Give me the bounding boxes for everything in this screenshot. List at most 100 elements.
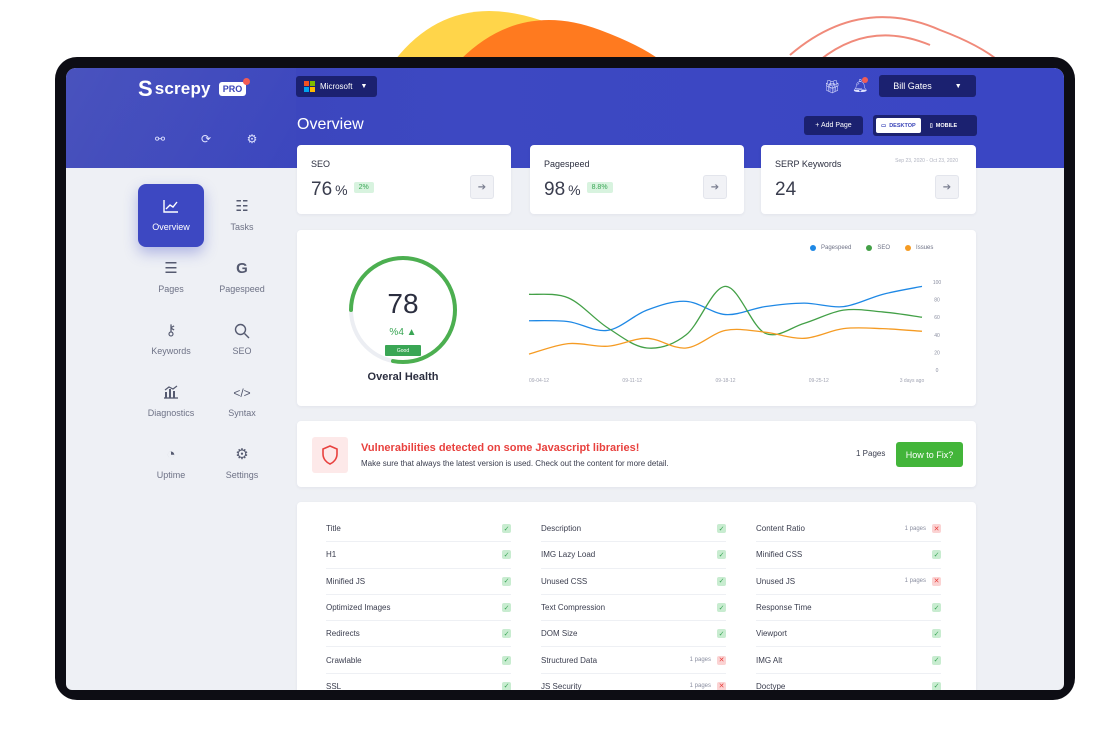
check-row[interactable]: Title ✓ <box>326 516 511 543</box>
health-score: 78 <box>387 288 419 319</box>
affected-pages[interactable]: 1 pages <box>905 526 926 532</box>
check-row[interactable]: Minified CSS ✓ <box>756 542 941 569</box>
how-to-fix-button[interactable]: How to Fix? <box>896 442 963 467</box>
affected-pages[interactable]: 1 pages <box>690 657 711 663</box>
check-row[interactable]: H1 ✓ <box>326 542 511 569</box>
kpi-label: SEO <box>311 159 331 169</box>
check-row[interactable]: Optimized Images ✓ <box>326 595 511 622</box>
check-icon: ✓ <box>502 603 511 613</box>
sidebar-item-overview[interactable]: Overview <box>138 184 204 247</box>
alert-title: Vulnerabilities detected on some Javascr… <box>361 442 640 454</box>
search-icon <box>234 323 250 339</box>
check-row[interactable]: Minified JS ✓ <box>326 569 511 595</box>
kpi-value: 76% 2% <box>311 179 374 201</box>
sidebar-item-diagnostics[interactable]: Diagnostics <box>138 370 204 433</box>
speedometer-icon: ◔ <box>166 446 176 463</box>
app-screen: S screpy PRO ⚯ ⟳ ⚙ Microsoft ▼ 🎁︎ 🔔︎ Bil… <box>66 68 1064 690</box>
affected-pages-count[interactable]: 1 Pages <box>856 449 885 458</box>
google-icon: G <box>236 260 248 277</box>
check-row[interactable]: Structured Data 1 pages ✕ <box>541 647 726 674</box>
sidebar-item-tasks[interactable]: ☷ Tasks <box>209 184 275 247</box>
y-tick-label: 60 <box>934 315 940 321</box>
gift-icon[interactable]: 🎁︎ <box>824 79 841 95</box>
series-line-seo <box>528 285 923 349</box>
check-row[interactable]: Viewport ✓ <box>756 621 941 648</box>
cross-icon: ✕ <box>932 524 941 534</box>
workspace-selector[interactable]: Microsoft ▼ <box>296 76 377 97</box>
check-icon: ✓ <box>717 524 726 534</box>
check-icon: ✓ <box>717 550 726 560</box>
check-row[interactable]: Redirects ✓ <box>326 621 511 648</box>
check-icon: ✓ <box>502 681 511 690</box>
screpy-logo[interactable]: S screpy PRO <box>138 76 251 102</box>
arrow-right-icon[interactable]: ➔ <box>470 175 494 199</box>
check-label: IMG Alt <box>756 655 783 665</box>
sidebar-item-pages[interactable]: ☰ Pages <box>138 246 204 309</box>
check-label: SSL <box>326 681 342 690</box>
kpi-value: 98% 8.8% <box>544 179 613 201</box>
monitor-icon: ▭ <box>881 122 887 129</box>
desktop-toggle[interactable]: ▭ DESKTOP <box>876 118 921 133</box>
sidebar-tools: ⚯ ⟳ ⚙ <box>152 132 260 146</box>
check-icon: ✓ <box>502 550 511 560</box>
sidebar-item-pagespeed[interactable]: G Pagespeed <box>209 246 275 309</box>
arrow-right-icon[interactable]: ➔ <box>935 175 959 199</box>
delta-badge: 2% <box>353 182 374 194</box>
user-menu-button[interactable]: Bill Gates ▼ <box>879 75 976 97</box>
legend-seo[interactable]: SEO <box>866 245 890 251</box>
check-label: Description <box>541 524 582 534</box>
affected-pages[interactable]: 1 pages <box>905 578 926 584</box>
sidebar-item-uptime[interactable]: ◔ Uptime <box>138 432 204 495</box>
sidebar-item-syntax[interactable]: </> Syntax <box>209 370 275 433</box>
code-icon: </> <box>233 386 251 400</box>
check-row[interactable]: JS Security 1 pages ✕ <box>541 674 726 690</box>
check-label: Optimized Images <box>326 603 391 613</box>
chart-legend: Pagespeed SEO Issues <box>810 245 933 251</box>
logo-mark: S <box>138 76 153 101</box>
check-label: Response Time <box>756 603 812 613</box>
x-tick-label: 3 days ago <box>900 378 925 384</box>
legend-pagespeed[interactable]: Pagespeed <box>810 245 851 251</box>
sidebar-item-keywords[interactable]: ⚷ Keywords <box>138 308 204 371</box>
pro-badge: PRO <box>218 78 251 96</box>
arrow-right-icon[interactable]: ➔ <box>703 175 727 199</box>
refresh-icon[interactable]: ⟳ <box>198 132 214 146</box>
check-label: Unused CSS <box>541 576 588 586</box>
check-row[interactable]: Content Ratio 1 pages ✕ <box>756 516 941 543</box>
mobile-toggle[interactable]: ▯ MOBILE <box>925 118 962 133</box>
workspace-name: Microsoft <box>320 82 353 91</box>
check-label: Structured Data <box>541 655 598 665</box>
sidebar-item-settings[interactable]: ⚙ Settings <box>209 432 275 495</box>
sidebar-item-seo[interactable]: SEO <box>209 308 275 371</box>
check-icon: ✓ <box>502 524 511 534</box>
notification-dot <box>862 77 868 83</box>
check-row[interactable]: Description ✓ <box>541 516 726 543</box>
cross-icon: ✕ <box>717 655 726 665</box>
delta-badge: 8.8% <box>586 182 613 194</box>
check-row[interactable]: IMG Alt ✓ <box>756 647 941 674</box>
kpi-value: 24 <box>775 179 797 200</box>
check-row[interactable]: IMG Lazy Load ✓ <box>541 542 726 569</box>
check-row[interactable]: Doctype ✓ <box>756 674 941 690</box>
y-tick-label: 100 <box>933 280 942 286</box>
check-label: Crawlable <box>326 655 362 665</box>
check-row[interactable]: Unused JS 1 pages ✕ <box>756 569 941 595</box>
overall-health-card: 78 %4 ▲ Good Overal Health Pagespeed SEO… <box>297 230 976 406</box>
check-row[interactable]: Response Time ✓ <box>756 595 941 622</box>
check-row[interactable]: Text Compression ✓ <box>541 595 726 622</box>
settings-icon[interactable]: ⚙ <box>244 132 260 146</box>
device-toggle: ▭ DESKTOP ▯ MOBILE <box>873 115 977 136</box>
check-row[interactable]: SSL ✓ <box>326 674 511 690</box>
add-page-button[interactable]: + Add Page <box>804 116 863 135</box>
check-row[interactable]: DOM Size ✓ <box>541 621 726 648</box>
check-label: Minified JS <box>326 576 366 586</box>
affected-pages[interactable]: 1 pages <box>690 683 711 689</box>
check-row[interactable]: Unused CSS ✓ <box>541 569 726 595</box>
flow-icon[interactable]: ⚯ <box>152 132 168 146</box>
check-label: Content Ratio <box>756 524 805 534</box>
check-row[interactable]: Crawlable ✓ <box>326 647 511 674</box>
check-label: DOM Size <box>541 629 578 639</box>
y-tick-label: 0 <box>936 368 939 374</box>
legend-issues[interactable]: Issues <box>905 245 933 251</box>
chevron-down-icon: ▼ <box>954 82 962 90</box>
